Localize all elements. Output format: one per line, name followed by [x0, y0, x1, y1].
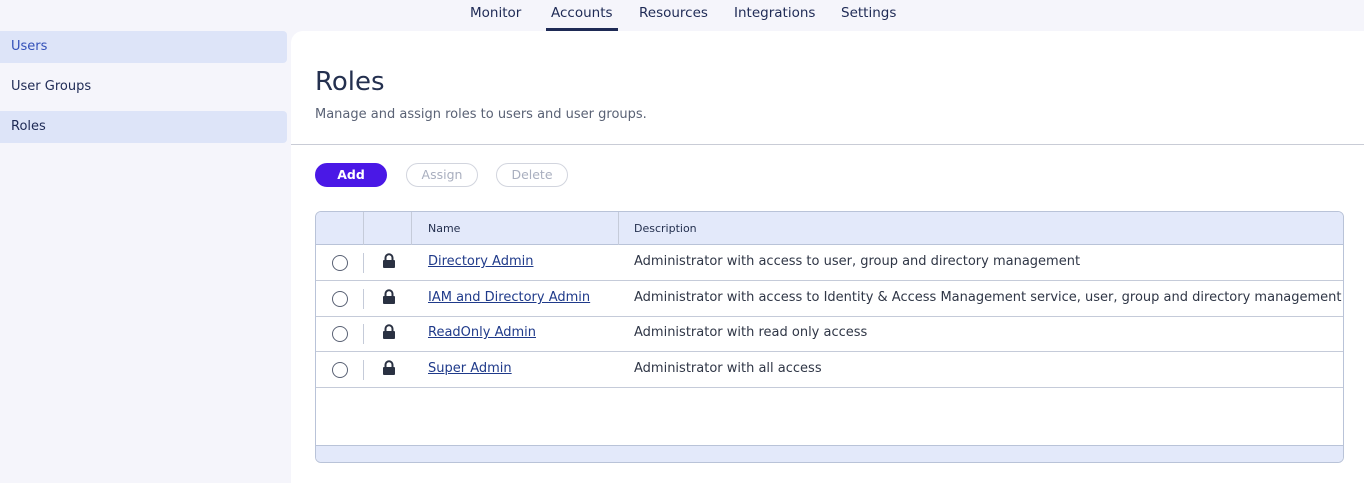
role-description: Administrator with access to Identity & …	[634, 290, 1342, 305]
row-divider	[363, 360, 364, 380]
sidebar-item-user-groups[interactable]: User Groups	[0, 71, 287, 103]
role-name-link[interactable]: IAM and Directory Admin	[428, 281, 590, 315]
column-header-name[interactable]: Name	[428, 212, 460, 245]
role-description: Administrator with read only access	[634, 325, 868, 340]
lock-icon	[383, 360, 395, 375]
table-footer	[316, 445, 1343, 462]
lock-icon	[383, 289, 395, 304]
lock-icon	[383, 324, 395, 339]
sidebar-item-roles[interactable]: Roles	[0, 111, 287, 143]
sidebar: Users User Groups Roles	[0, 31, 291, 483]
role-name-link[interactable]: Directory Admin	[428, 245, 533, 279]
row-radio-button[interactable]	[332, 362, 348, 378]
table-row[interactable]: Directory Admin Administrator with acces…	[316, 245, 1343, 281]
role-description: Administrator with all access	[634, 361, 822, 376]
column-header-description[interactable]: Description	[634, 212, 697, 245]
tab-monitor[interactable]: Monitor	[465, 0, 526, 31]
table-row[interactable]: ReadOnly Admin Administrator with read o…	[316, 316, 1343, 352]
role-description: Administrator with access to user, group…	[634, 254, 1081, 269]
page-subtitle: Manage and assign roles to users and use…	[315, 107, 647, 122]
row-divider	[363, 253, 364, 273]
row-radio-button[interactable]	[332, 326, 348, 342]
main-panel: Roles Manage and assign roles to users a…	[291, 31, 1364, 483]
row-radio-button[interactable]	[332, 255, 348, 271]
roles-table: Name Description Directory Admin Adminis…	[315, 211, 1344, 463]
tab-resources[interactable]: Resources	[634, 0, 713, 31]
column-divider	[618, 212, 619, 245]
divider	[291, 144, 1364, 145]
tab-integrations[interactable]: Integrations	[729, 0, 820, 31]
sidebar-item-users[interactable]: Users	[0, 31, 287, 63]
table-row[interactable]: Super Admin Administrator with all acces…	[316, 352, 1343, 388]
row-divider	[363, 324, 364, 344]
lock-icon	[383, 253, 395, 268]
page-title: Roles	[315, 67, 385, 97]
row-radio-button[interactable]	[332, 291, 348, 307]
tab-settings[interactable]: Settings	[836, 0, 901, 31]
row-divider	[363, 289, 364, 309]
tab-accounts[interactable]: Accounts	[546, 0, 618, 31]
assign-button[interactable]: Assign	[406, 163, 478, 187]
table-row[interactable]: IAM and Directory Admin Administrator wi…	[316, 281, 1343, 317]
add-button[interactable]: Add	[315, 163, 387, 187]
table-header: Name Description	[316, 212, 1343, 245]
column-divider	[411, 212, 412, 245]
role-name-link[interactable]: Super Admin	[428, 352, 512, 386]
delete-button[interactable]: Delete	[496, 163, 568, 187]
column-divider	[363, 212, 364, 245]
top-navigation: Monitor Accounts Resources Integrations …	[0, 0, 1364, 31]
role-name-link[interactable]: ReadOnly Admin	[428, 316, 536, 350]
